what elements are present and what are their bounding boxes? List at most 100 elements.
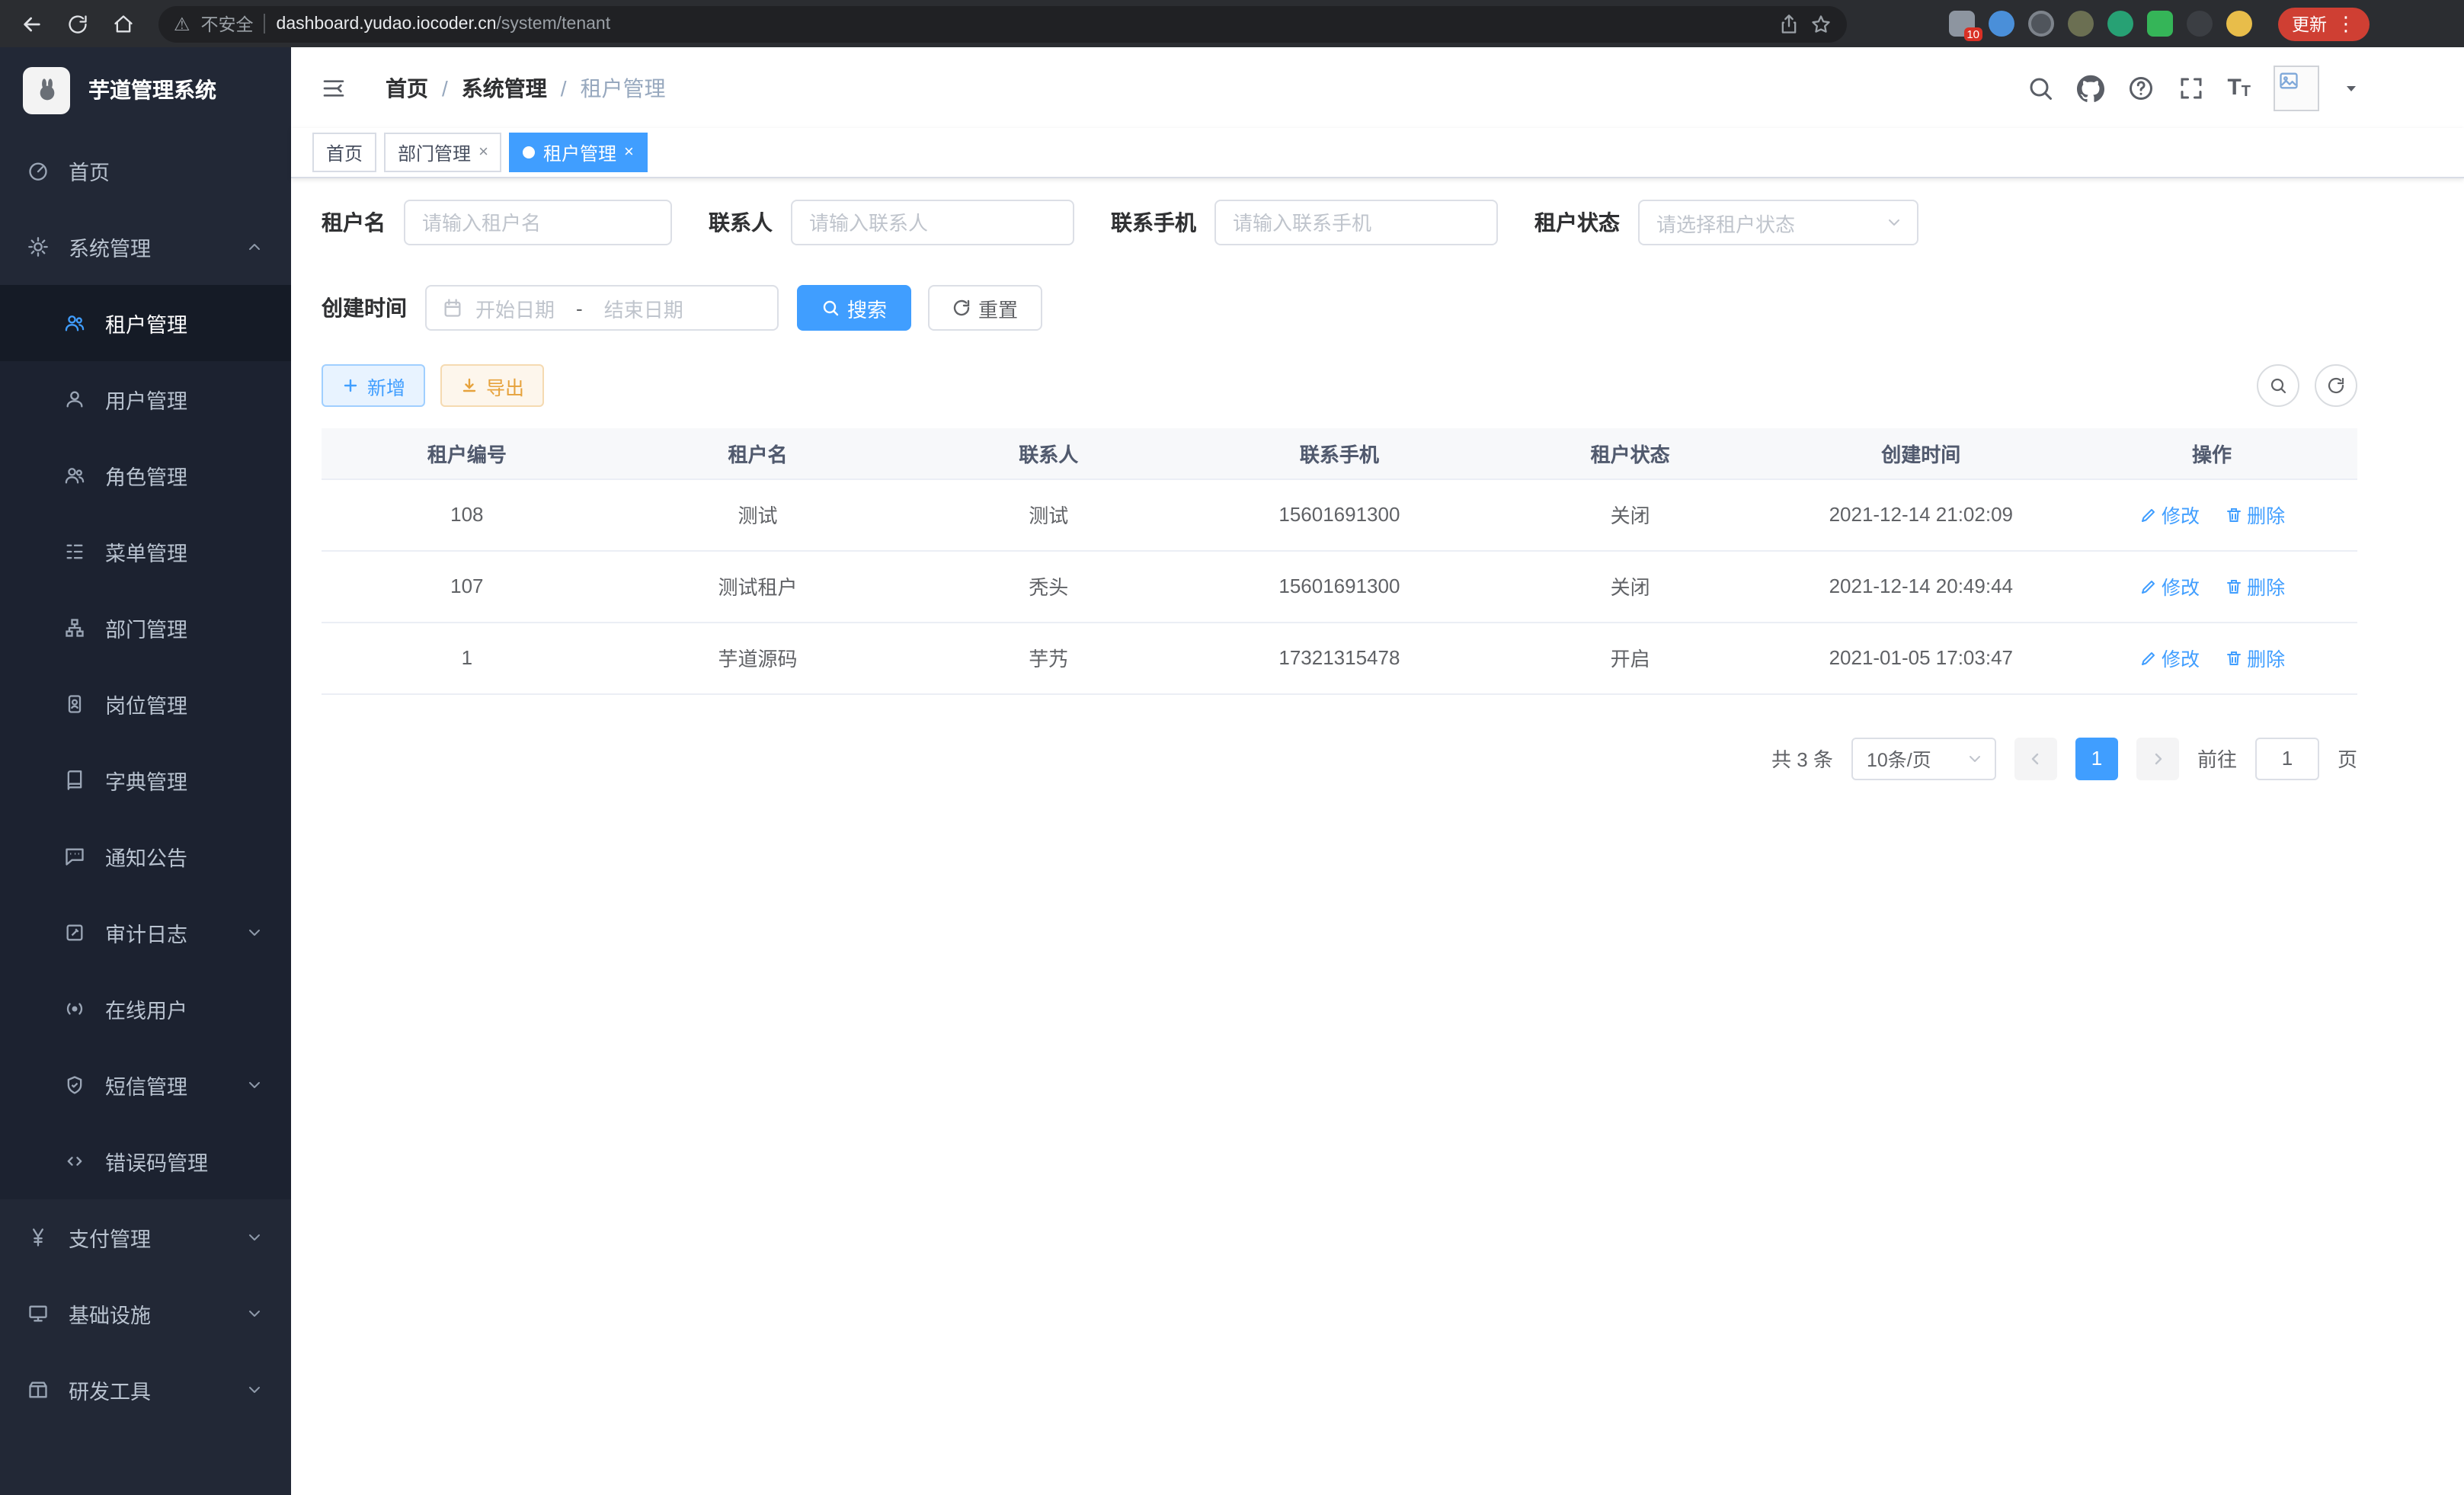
caret-down-icon[interactable]	[2342, 78, 2360, 97]
puzzle-extensions-icon[interactable]	[2187, 11, 2213, 37]
extension-icon[interactable]: 10	[1949, 11, 1975, 37]
pagination: 共 3 条 10条/页 1 前往 页	[322, 737, 2357, 780]
extension-icon[interactable]	[2107, 11, 2133, 37]
address-bar[interactable]: ⚠ 不安全 dashboard.yudao.iocoder.cn/system/…	[158, 5, 1847, 42]
sidebar-item-audit-log[interactable]: 审计日志	[0, 895, 291, 971]
column-header-created: 创建时间	[1775, 428, 2066, 479]
sidebar-item-label: 菜单管理	[105, 536, 187, 567]
omnibox-divider	[264, 14, 266, 34]
sidebar-item-infra[interactable]: 基础设施	[0, 1276, 291, 1352]
status-select[interactable]: 请选择租户状态	[1638, 200, 1918, 245]
navbar-actions: TT	[2026, 65, 2360, 110]
browser-toolbar: ⚠ 不安全 dashboard.yudao.iocoder.cn/system/…	[0, 0, 2464, 47]
sidebar-item-user[interactable]: 用户管理	[0, 361, 291, 437]
cell-tenant-id: 1	[322, 622, 613, 693]
sidebar-item-error-code[interactable]: 错误码管理	[0, 1123, 291, 1199]
app-logo-row[interactable]: 芋道管理系统	[0, 47, 291, 133]
close-icon[interactable]: ×	[478, 143, 488, 162]
sidebar-item-notice[interactable]: 通知公告	[0, 818, 291, 895]
help-icon[interactable]	[2126, 74, 2154, 101]
toggle-search-button[interactable]	[2257, 364, 2299, 407]
active-dot-icon	[523, 146, 536, 158]
extension-icon[interactable]	[2028, 11, 2054, 37]
prev-page-button[interactable]	[2014, 737, 2057, 780]
delete-button[interactable]: 删除	[2224, 500, 2285, 529]
cell-tenant-name: 测试租户	[613, 550, 904, 622]
tenant-name-input[interactable]	[404, 200, 672, 245]
browser-back-button[interactable]	[12, 4, 52, 43]
sidebar-item-system[interactable]: 系统管理	[0, 209, 291, 285]
contact-input[interactable]	[791, 200, 1074, 245]
page-size-select[interactable]: 10条/页	[1851, 737, 1996, 780]
tab-dept[interactable]: 部门管理 ×	[384, 133, 502, 172]
edit-button[interactable]: 修改	[2139, 571, 2200, 600]
top-navbar: 首页 / 系统管理 / 租户管理 TT	[291, 47, 2464, 128]
tab-home[interactable]: 首页	[312, 133, 376, 172]
extension-icon[interactable]	[2068, 11, 2094, 37]
bookmark-star-icon[interactable]	[1810, 13, 1832, 34]
edit-button[interactable]: 修改	[2139, 500, 2200, 529]
sidebar-item-dict[interactable]: 字典管理	[0, 742, 291, 818]
refresh-table-button[interactable]	[2315, 364, 2357, 407]
url-text[interactable]: dashboard.yudao.iocoder.cn/system/tenant	[277, 14, 611, 33]
sidebar-item-label: 首页	[69, 155, 110, 186]
sidebar-item-sms[interactable]: 短信管理	[0, 1047, 291, 1123]
chevron-right-icon	[2149, 749, 2167, 767]
sidebar-item-payment[interactable]: 支付管理	[0, 1199, 291, 1276]
kebab-menu-icon[interactable]: ⋮	[2336, 11, 2356, 36]
github-icon[interactable]	[2076, 74, 2104, 101]
sidebar-item-label: 在线用户	[105, 994, 187, 1024]
close-icon[interactable]: ×	[624, 143, 634, 162]
sidebar-item-role[interactable]: 角色管理	[0, 437, 291, 514]
goto-page-input[interactable]	[2255, 737, 2319, 780]
search-icon[interactable]	[2026, 74, 2053, 101]
security-chip-label[interactable]: 不安全	[201, 11, 254, 36]
cell-contact: 测试	[903, 479, 1194, 550]
edit-button[interactable]: 修改	[2139, 643, 2200, 672]
app-title: 芋道管理系统	[88, 75, 216, 105]
calendar-icon	[442, 297, 463, 319]
phone-input[interactable]	[1214, 200, 1498, 245]
shield-check-icon	[64, 1074, 85, 1096]
delete-button[interactable]: 删除	[2224, 643, 2285, 672]
trash-icon	[2224, 648, 2242, 667]
sidebar-item-label: 部门管理	[105, 613, 187, 643]
sidebar-item-label: 基础设施	[69, 1298, 151, 1329]
extension-icon[interactable]	[1989, 11, 2014, 37]
breadcrumb-system[interactable]: 系统管理	[462, 72, 547, 103]
sidebar-item-devtools[interactable]: 研发工具	[0, 1352, 291, 1428]
next-page-button[interactable]	[2136, 737, 2179, 780]
breadcrumb-home[interactable]: 首页	[386, 72, 428, 103]
export-button[interactable]: 导出	[440, 364, 544, 407]
sidebar-item-post[interactable]: 岗位管理	[0, 666, 291, 742]
sidebar-item-tenant[interactable]: 租户管理	[0, 285, 291, 361]
breadcrumb-separator: /	[561, 75, 567, 100]
profile-avatar-icon[interactable]	[2226, 11, 2252, 37]
font-size-icon[interactable]: TT	[2227, 75, 2251, 101]
breadcrumb-separator: /	[442, 75, 448, 100]
sidebar-item-dept[interactable]: 部门管理	[0, 590, 291, 666]
message-icon	[64, 846, 85, 867]
browser-home-button[interactable]	[104, 4, 143, 43]
table-row: 1 芋道源码 芋艿 17321315478 开启 2021-01-05 17:0…	[322, 622, 2357, 693]
sidebar-item-online-user[interactable]: 在线用户	[0, 971, 291, 1047]
sidebar-item-menu[interactable]: 菜单管理	[0, 514, 291, 590]
date-range-picker[interactable]: 开始日期 - 结束日期	[425, 285, 779, 331]
browser-reload-button[interactable]	[58, 4, 98, 43]
browser-update-button[interactable]: 更新 ⋮	[2278, 7, 2370, 40]
date-start-placeholder: 开始日期	[475, 293, 555, 322]
extension-icon[interactable]	[2147, 11, 2173, 37]
page-number-button[interactable]: 1	[2075, 737, 2118, 780]
reset-button[interactable]: 重置	[928, 285, 1042, 331]
tab-tenant[interactable]: 租户管理 ×	[510, 133, 648, 172]
share-icon[interactable]	[1778, 13, 1800, 34]
delete-button[interactable]: 删除	[2224, 571, 2285, 600]
add-button[interactable]: 新增	[322, 364, 425, 407]
sidebar-collapse-button[interactable]	[312, 75, 355, 100]
back-arrow-icon	[20, 11, 44, 36]
fullscreen-icon[interactable]	[2177, 74, 2204, 101]
home-icon	[113, 13, 134, 34]
sidebar-item-home[interactable]: 首页	[0, 133, 291, 209]
search-button[interactable]: 搜索	[797, 285, 911, 331]
avatar[interactable]	[2274, 65, 2319, 110]
